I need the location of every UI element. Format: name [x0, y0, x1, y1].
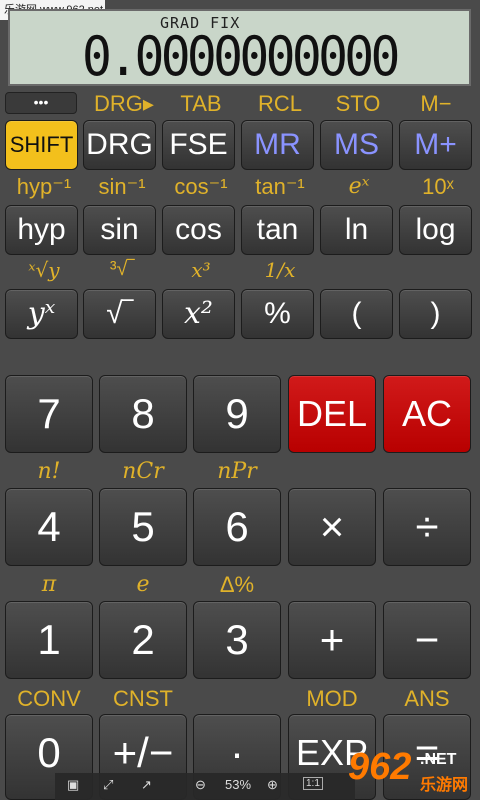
label-cube-root: ³√‾ [109, 258, 135, 280]
label-xroot-y: ˣ√y [28, 258, 60, 282]
ln-key[interactable]: ln [320, 205, 393, 255]
power-key[interactable]: yˣ [5, 289, 78, 339]
viewer-toolbar: ▣ ⤢ ↗ ⊖ 53% ⊕ 1:1 [55, 773, 355, 800]
label-ans: ANS [404, 686, 450, 711]
label-ten-pow: 10ˣ [422, 174, 454, 199]
m-plus-key[interactable]: M+ [399, 120, 472, 170]
plus-key[interactable]: + [288, 601, 376, 679]
label-npr: nPr [217, 459, 257, 484]
del-key[interactable]: DEL [288, 375, 376, 453]
actual-size-button[interactable]: 1:1 [303, 777, 323, 790]
share-icon[interactable]: ↗ [141, 777, 152, 793]
digit-9-key[interactable]: 9 [193, 375, 281, 453]
logo-domain: .NET [420, 751, 457, 768]
save-icon[interactable]: ▣ [67, 777, 79, 793]
label-tab: TAB [180, 91, 222, 116]
shift-key[interactable]: SHIFT [5, 120, 78, 170]
minus-key[interactable]: − [383, 601, 471, 679]
digit-8-key[interactable]: 8 [99, 375, 187, 453]
sqrt-key[interactable]: √‾ [83, 289, 156, 339]
ac-key[interactable]: AC [383, 375, 471, 453]
label-acos: cos⁻¹ [174, 174, 228, 199]
label-conv: CONV [17, 686, 81, 711]
tan-key[interactable]: tan [241, 205, 314, 255]
site-logo: 962 .NET 乐游网 [348, 746, 480, 800]
digit-1-key[interactable]: 1 [5, 601, 93, 679]
close-paren-key[interactable]: ) [399, 289, 472, 339]
digit-2-key[interactable]: 2 [99, 601, 187, 679]
logo-number: 962 [348, 746, 412, 788]
menu-button[interactable]: ••• [5, 92, 77, 114]
divide-key[interactable]: ÷ [383, 488, 471, 566]
fse-key[interactable]: FSE [162, 120, 235, 170]
logo-chinese: 乐游网 [420, 777, 469, 794]
zoom-in-icon[interactable]: ⊕ [267, 777, 278, 793]
label-cnst: CNST [113, 686, 173, 711]
label-exp: eˣ [348, 174, 370, 199]
digit-4-key[interactable]: 4 [5, 488, 93, 566]
label-reciprocal: 1/x [264, 258, 296, 282]
digit-7-key[interactable]: 7 [5, 375, 93, 453]
label-rcl: RCL [257, 91, 302, 116]
label-delta-percent: Δ% [219, 572, 255, 597]
expand-icon[interactable]: ⤢ [103, 777, 113, 793]
digit-3-key[interactable]: 3 [193, 601, 281, 679]
multiply-key[interactable]: × [288, 488, 376, 566]
label-ncr: nCr [122, 459, 164, 484]
label-atan: tan⁻¹ [255, 174, 305, 199]
lcd-display: GRAD FIX 0.0000000000 [8, 9, 471, 88]
sin-key[interactable]: sin [83, 205, 156, 255]
cos-key[interactable]: cos [162, 205, 235, 255]
label-factorial: n! [37, 459, 61, 484]
log-key[interactable]: log [399, 205, 472, 255]
digit-6-key[interactable]: 6 [193, 488, 281, 566]
percent-key[interactable]: % [241, 289, 314, 339]
label-m-minus: M− [420, 91, 452, 116]
label-pi: π [41, 572, 57, 597]
zoom-level: 53% [225, 777, 252, 792]
display-value: 0.0000000000 [82, 25, 400, 88]
label-drg-next: DRG▸ [94, 91, 154, 116]
digit-5-key[interactable]: 5 [99, 488, 187, 566]
zoom-out-icon[interactable]: ⊖ [195, 777, 206, 793]
square-key[interactable]: x² [162, 289, 235, 339]
drg-key[interactable]: DRG [83, 120, 156, 170]
ms-key[interactable]: MS [320, 120, 393, 170]
label-hyp-inv: hyp⁻¹ [16, 174, 72, 199]
label-e: e [136, 572, 150, 597]
hyp-key[interactable]: hyp [5, 205, 78, 255]
label-sto: STO [335, 91, 381, 116]
label-asin: sin⁻¹ [98, 174, 146, 199]
mr-key[interactable]: MR [241, 120, 314, 170]
label-cube: x³ [191, 258, 211, 282]
open-paren-key[interactable]: ( [320, 289, 393, 339]
label-mod: MOD [306, 686, 358, 711]
